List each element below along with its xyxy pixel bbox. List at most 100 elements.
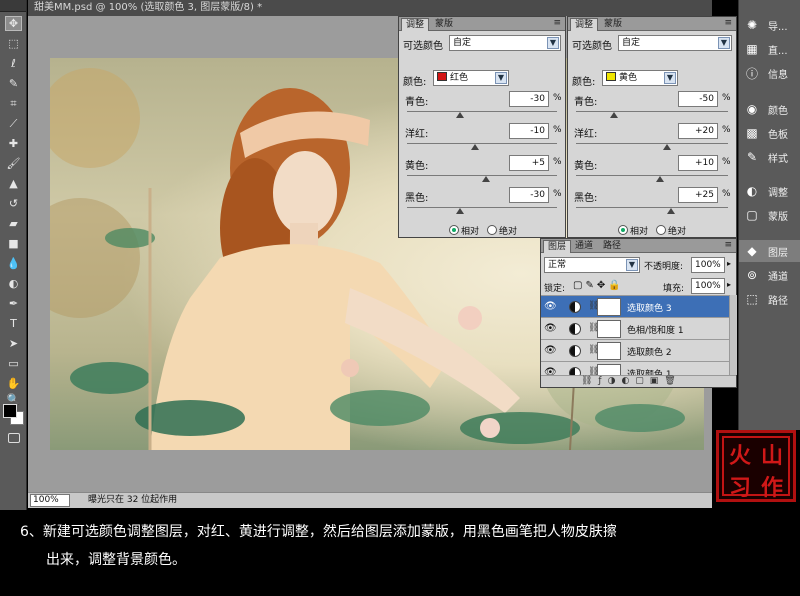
eyedropper-tool-icon[interactable]: ⟋: [5, 116, 22, 131]
dock-item[interactable]: ✎ 样式: [739, 146, 800, 168]
slider-thumb[interactable]: [481, 176, 490, 182]
layer-name[interactable]: 选取颜色 3: [627, 301, 672, 314]
panel-menu-icon[interactable]: ≡: [553, 18, 561, 28]
quick-select-tool-icon[interactable]: ✎: [5, 76, 22, 91]
tools-panel-header[interactable]: [0, 0, 26, 12]
layer-mask-thumbnail[interactable]: [597, 342, 621, 360]
slider-track[interactable]: [576, 175, 728, 176]
tab-paths[interactable]: 路径: [599, 240, 625, 253]
eye-icon[interactable]: 👁: [544, 345, 557, 357]
layer-name[interactable]: 选取颜色 1: [627, 367, 672, 375]
slider-track[interactable]: [576, 207, 728, 208]
layer-mask-thumbnail[interactable]: [597, 364, 621, 375]
slider-thumb[interactable]: [470, 144, 479, 150]
preset-select[interactable]: 自定 ▼: [618, 35, 732, 51]
slider-value-field[interactable]: +20: [678, 123, 718, 139]
path-select-tool-icon[interactable]: ➤: [5, 336, 22, 351]
slider-value-field[interactable]: +5: [509, 155, 549, 171]
eye-icon[interactable]: 👁: [544, 367, 557, 375]
document-title[interactable]: 甜美MM.psd @ 100% (选取颜色 3, 图层蒙版/8) *: [28, 0, 712, 16]
dock-item[interactable]: ▢ 蒙版: [739, 204, 800, 226]
dock-item[interactable]: ⓘ 信息: [739, 62, 800, 84]
slider-track[interactable]: [407, 207, 557, 208]
dock-item[interactable]: ⊚ 通道: [739, 264, 800, 286]
crop-tool-icon[interactable]: ⌗: [5, 96, 22, 111]
slider-thumb[interactable]: [667, 208, 675, 214]
lock-icons[interactable]: ▢✎✥🔒: [573, 280, 624, 291]
slider-value-field[interactable]: -30: [509, 187, 549, 203]
eraser-tool-icon[interactable]: ▰: [5, 216, 22, 231]
zoom-level-field[interactable]: 100%: [30, 494, 70, 507]
dock-item[interactable]: ▦ 直...: [739, 38, 800, 60]
slider-value-field[interactable]: +25: [678, 187, 718, 203]
slider-value-field[interactable]: -50: [678, 91, 718, 107]
layer-row[interactable]: 👁 ⛓ 选取颜色 3: [541, 295, 729, 317]
dock-item[interactable]: ◆ 图层: [739, 240, 800, 262]
slider-value-field[interactable]: +10: [678, 155, 718, 171]
slider-thumb[interactable]: [655, 176, 664, 182]
lasso-tool-icon[interactable]: ℓ: [5, 56, 22, 71]
foreground-color-swatch[interactable]: [3, 404, 17, 418]
layer-name[interactable]: 色相/饱和度 1: [627, 323, 684, 336]
brush-tool-icon[interactable]: 🖌: [5, 156, 22, 171]
slider-track[interactable]: [407, 143, 557, 144]
layer-mask-thumbnail[interactable]: [597, 298, 621, 316]
slider-value-field[interactable]: -30: [509, 91, 549, 107]
dock-item[interactable]: ▩ 色板: [739, 122, 800, 144]
layer-row[interactable]: 👁 ⛓ 色相/饱和度 1: [541, 317, 729, 339]
tab-masks[interactable]: 蒙版: [431, 18, 457, 31]
panel-menu-icon[interactable]: ≡: [724, 18, 732, 28]
dodge-tool-icon[interactable]: ◐: [5, 276, 22, 291]
absolute-radio[interactable]: [487, 225, 497, 235]
color-select[interactable]: 红色 ▼: [433, 70, 509, 86]
move-tool-icon[interactable]: ✥: [5, 16, 22, 31]
slider-value-field[interactable]: -10: [509, 123, 549, 139]
history-brush-tool-icon[interactable]: ↺: [5, 196, 22, 211]
eye-icon[interactable]: 👁: [544, 323, 557, 335]
tab-adjustments[interactable]: 调整: [570, 18, 599, 31]
color-select[interactable]: 黄色 ▼: [602, 70, 678, 86]
layer-mask-thumbnail[interactable]: [597, 320, 621, 338]
opacity-field[interactable]: 100%: [691, 257, 725, 273]
type-tool-icon[interactable]: T: [5, 316, 22, 331]
dock-item[interactable]: ◐ 调整: [739, 180, 800, 202]
tab-masks[interactable]: 蒙版: [600, 18, 626, 31]
layer-row[interactable]: 👁 ⛓ 选取颜色 2: [541, 339, 729, 361]
layer-list-scrollbar[interactable]: [729, 295, 737, 375]
opacity-arrow-icon[interactable]: ▸: [727, 259, 731, 268]
dock-item[interactable]: ◉ 颜色: [739, 98, 800, 120]
fill-field[interactable]: 100%: [691, 278, 725, 294]
fill-arrow-icon[interactable]: ▸: [727, 280, 731, 289]
slider-thumb[interactable]: [455, 208, 464, 214]
layer-row[interactable]: 👁 ⛓ 选取颜色 1: [541, 361, 729, 375]
dock-item[interactable]: ✺ 导...: [739, 14, 800, 36]
blur-tool-icon[interactable]: 💧: [5, 256, 22, 271]
slider-thumb[interactable]: [455, 112, 464, 118]
quick-mask-icon[interactable]: [8, 433, 20, 443]
tab-layers[interactable]: 图层: [543, 240, 572, 253]
slider-thumb[interactable]: [610, 112, 618, 118]
absolute-radio[interactable]: [656, 225, 666, 235]
pen-tool-icon[interactable]: ✒: [5, 296, 22, 311]
healing-tool-icon[interactable]: ✚: [5, 136, 22, 151]
marquee-tool-icon[interactable]: ⬚: [5, 36, 22, 51]
eye-icon[interactable]: 👁: [544, 301, 557, 313]
hand-tool-icon[interactable]: ✋: [5, 376, 22, 391]
relative-radio[interactable]: [618, 225, 628, 235]
tab-adjustments[interactable]: 调整: [401, 18, 430, 31]
shape-tool-icon[interactable]: ▭: [5, 356, 22, 371]
slider-track[interactable]: [576, 111, 728, 112]
dock-item[interactable]: ⬚ 路径: [739, 288, 800, 310]
slider-track[interactable]: [576, 143, 728, 144]
tab-channels[interactable]: 通道: [571, 240, 597, 253]
slider-thumb[interactable]: [663, 144, 672, 150]
stamp-tool-icon[interactable]: ▲: [5, 176, 22, 191]
gradient-tool-icon[interactable]: ■: [5, 236, 22, 251]
layers-footer-icons[interactable]: ⛓ƒ◑◐▢▣🗑: [541, 375, 736, 387]
panel-menu-icon[interactable]: ≡: [724, 240, 732, 250]
preset-select[interactable]: 自定 ▼: [449, 35, 561, 51]
layer-name[interactable]: 选取颜色 2: [627, 345, 672, 358]
slider-track[interactable]: [407, 111, 557, 112]
blend-mode-select[interactable]: 正常 ▼: [544, 257, 640, 273]
relative-radio[interactable]: [449, 225, 459, 235]
